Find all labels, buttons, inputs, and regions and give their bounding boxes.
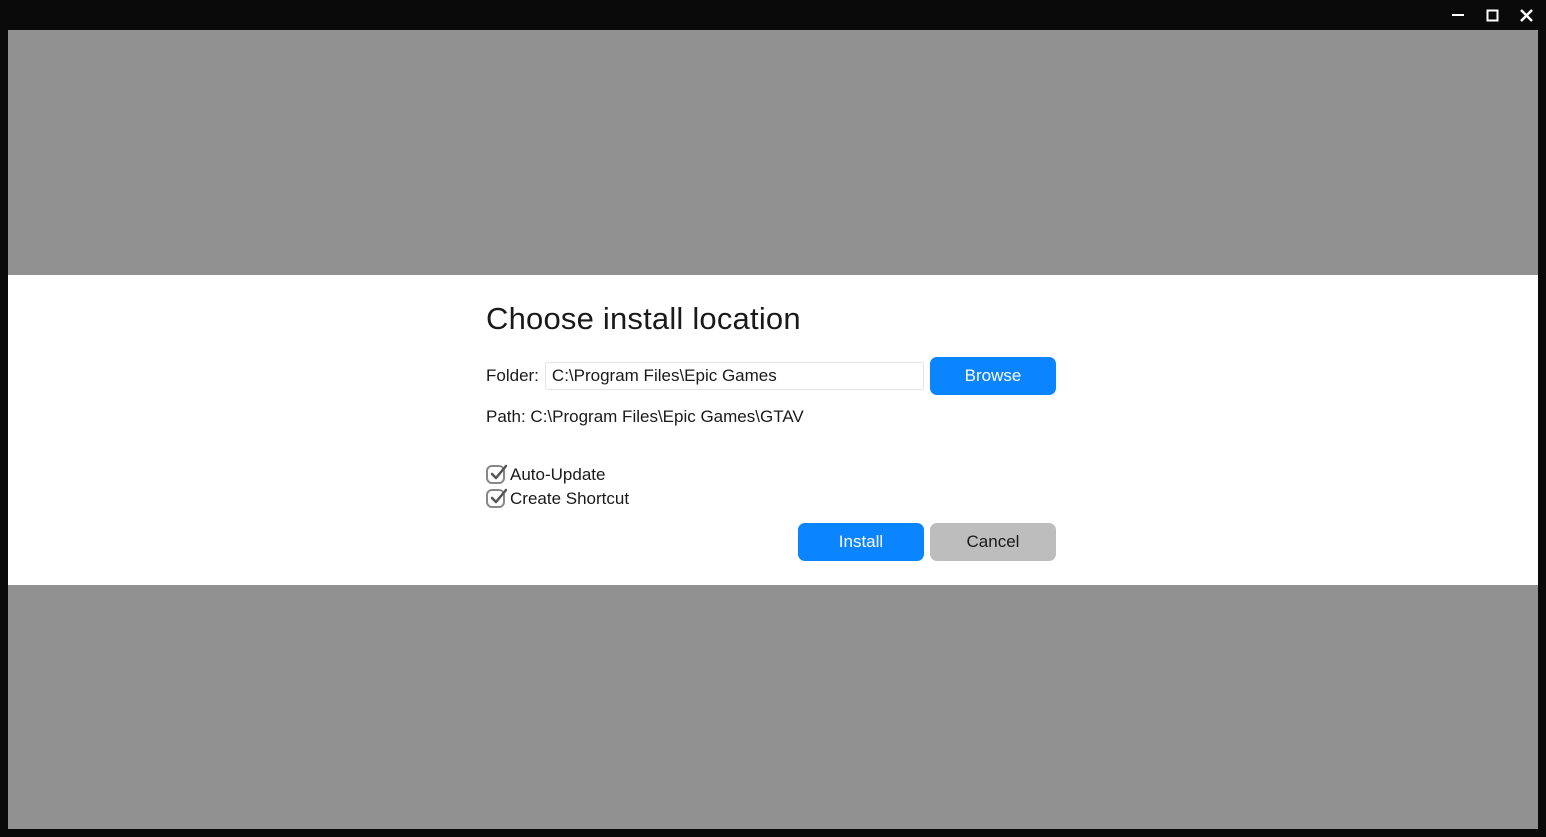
close-button[interactable] bbox=[1518, 7, 1534, 23]
checkbox-auto-update-row: Auto-Update bbox=[486, 465, 1056, 485]
folder-row: Folder: Browse bbox=[486, 357, 1056, 395]
checkbox-create-shortcut-row: Create Shortcut bbox=[486, 489, 1056, 509]
browse-button[interactable]: Browse bbox=[930, 357, 1056, 395]
titlebar bbox=[0, 0, 1546, 30]
path-row: Path: C:\Program Files\Epic Games\GTAV bbox=[486, 407, 1056, 427]
install-dialog: Choose install location Folder: Browse P… bbox=[8, 275, 1538, 585]
folder-input[interactable] bbox=[545, 362, 924, 390]
minimize-icon bbox=[1451, 8, 1465, 22]
folder-label: Folder: bbox=[486, 366, 539, 386]
path-label: Path: bbox=[486, 407, 530, 426]
cancel-button[interactable]: Cancel bbox=[930, 523, 1056, 561]
window: Choose install location Folder: Browse P… bbox=[0, 0, 1546, 837]
install-button[interactable]: Install bbox=[798, 523, 924, 561]
button-row: Install Cancel bbox=[486, 523, 1056, 561]
checkbox-auto-update-label: Auto-Update bbox=[510, 465, 605, 485]
minimize-button[interactable] bbox=[1450, 7, 1466, 23]
path-value: C:\Program Files\Epic Games\GTAV bbox=[530, 407, 803, 426]
checkbox-auto-update[interactable] bbox=[486, 465, 505, 484]
checkmark-icon bbox=[489, 488, 507, 506]
maximize-button[interactable] bbox=[1484, 7, 1500, 23]
maximize-icon bbox=[1486, 9, 1499, 22]
checkmark-icon bbox=[489, 464, 507, 482]
dialog-title: Choose install location bbox=[486, 301, 1056, 337]
close-icon bbox=[1519, 8, 1534, 23]
checkbox-create-shortcut[interactable] bbox=[486, 489, 505, 508]
checkbox-create-shortcut-label: Create Shortcut bbox=[510, 489, 629, 509]
window-body: Choose install location Folder: Browse P… bbox=[8, 30, 1538, 829]
